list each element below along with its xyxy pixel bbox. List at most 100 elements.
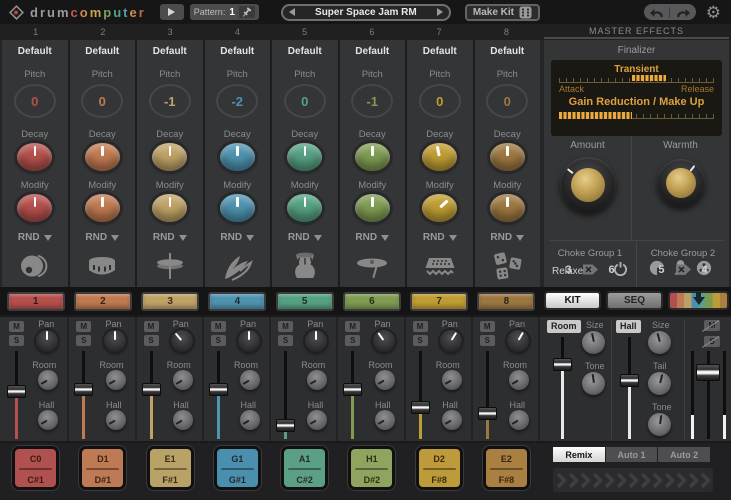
- choke-group-1-a[interactable]: 3: [565, 264, 571, 276]
- pan-knob[interactable]: [104, 330, 126, 352]
- modify-knob[interactable]: [220, 194, 255, 222]
- channel-preset-label[interactable]: Default: [490, 46, 524, 57]
- channel-preset-label[interactable]: Default: [153, 46, 187, 57]
- remix-tab[interactable]: Remix: [553, 447, 605, 462]
- decay-knob[interactable]: [152, 143, 187, 171]
- settings-gear-icon[interactable]: ⚙: [706, 4, 721, 21]
- pitch-knob[interactable]: -1: [149, 84, 191, 118]
- top-pad-6[interactable]: 6: [343, 292, 401, 311]
- volume-fader-handle[interactable]: [276, 419, 295, 432]
- top-pad-5[interactable]: 5: [276, 292, 334, 311]
- modify-knob[interactable]: [152, 194, 187, 222]
- volume-fader-handle[interactable]: [74, 383, 93, 396]
- room-send-knob[interactable]: [375, 370, 395, 390]
- prev-preset-icon[interactable]: [289, 8, 295, 16]
- room-size-knob[interactable]: [582, 331, 605, 354]
- pitch-knob[interactable]: -2: [216, 84, 258, 118]
- kit-download-button[interactable]: [668, 291, 729, 310]
- pan-knob[interactable]: [305, 330, 327, 352]
- volume-fader-handle[interactable]: [343, 383, 362, 396]
- seq-tab[interactable]: SEQ: [606, 291, 663, 310]
- volume-fader-handle[interactable]: [478, 407, 497, 420]
- mute-button[interactable]: M: [9, 321, 24, 332]
- bottom-pad-5[interactable]: A1 C#2: [281, 446, 328, 490]
- modify-knob[interactable]: [422, 194, 457, 222]
- decay-knob[interactable]: [287, 143, 322, 171]
- top-pad-3[interactable]: 3: [141, 292, 199, 311]
- bottom-pad-7[interactable]: D2 F#8: [416, 446, 463, 490]
- decay-knob[interactable]: [355, 143, 390, 171]
- rnd-dropdown[interactable]: RND: [423, 232, 457, 243]
- solo-button[interactable]: S: [345, 335, 360, 346]
- decay-knob[interactable]: [490, 143, 525, 171]
- decay-knob[interactable]: [220, 143, 255, 171]
- mute-button[interactable]: M: [144, 321, 159, 332]
- mute-button[interactable]: M: [413, 321, 428, 332]
- room-send-knob[interactable]: [307, 370, 327, 390]
- undo-button[interactable]: [644, 7, 671, 18]
- pitch-knob[interactable]: 0: [486, 84, 528, 118]
- room-tone-knob[interactable]: [582, 372, 605, 395]
- modify-knob[interactable]: [17, 194, 52, 222]
- bottom-pad-2[interactable]: D1 D#1: [79, 446, 126, 490]
- pitch-knob[interactable]: 0: [81, 84, 123, 118]
- hall-send-knob[interactable]: [375, 410, 395, 430]
- hall-send-knob[interactable]: [106, 410, 126, 430]
- solo-button[interactable]: S: [9, 335, 24, 346]
- make-kit-button[interactable]: Make Kit: [465, 4, 540, 21]
- room-send-knob[interactable]: [173, 370, 193, 390]
- pitch-knob[interactable]: 0: [14, 84, 56, 118]
- top-pad-7[interactable]: 7: [410, 292, 468, 311]
- solo-button[interactable]: S: [211, 335, 226, 346]
- bottom-pad-4[interactable]: G1 G#1: [214, 446, 261, 490]
- channel-preset-label[interactable]: Default: [85, 46, 119, 57]
- pattern-pin-button[interactable]: [239, 6, 255, 18]
- hall-size-knob[interactable]: [648, 331, 671, 354]
- choke-group-2-b[interactable]: 4: [702, 264, 708, 276]
- solo-button[interactable]: S: [480, 335, 495, 346]
- pitch-knob[interactable]: 0: [419, 84, 461, 118]
- choke-group-1-b[interactable]: 6: [609, 264, 615, 276]
- rnd-dropdown[interactable]: RND: [85, 232, 119, 243]
- kick-drum-icon[interactable]: [17, 250, 53, 287]
- master-solo-button[interactable]: S: [704, 336, 720, 347]
- choke-group-2-a[interactable]: 5: [658, 264, 664, 276]
- hall-send-knob[interactable]: [442, 410, 462, 430]
- rnd-dropdown[interactable]: RND: [355, 232, 389, 243]
- amount-knob[interactable]: [560, 157, 616, 213]
- remix-strip[interactable]: [553, 468, 713, 492]
- mute-button[interactable]: M: [345, 321, 360, 332]
- solo-button[interactable]: S: [144, 335, 159, 346]
- bottom-pad-3[interactable]: E1 F#1: [147, 446, 194, 490]
- channel-preset-label[interactable]: Default: [220, 46, 254, 57]
- pan-knob[interactable]: [507, 330, 529, 352]
- clap-icon[interactable]: [219, 250, 255, 287]
- room-send-knob[interactable]: [240, 370, 260, 390]
- mute-button[interactable]: M: [211, 321, 226, 332]
- bottom-pad-8[interactable]: E2 F#8: [483, 446, 530, 490]
- hall-send-knob[interactable]: [173, 410, 193, 430]
- solo-button[interactable]: S: [278, 335, 293, 346]
- hall-send-knob[interactable]: [240, 410, 260, 430]
- master-fader-handle[interactable]: [696, 364, 720, 381]
- room-send-knob[interactable]: [106, 370, 126, 390]
- volume-fader-handle[interactable]: [411, 401, 430, 414]
- bottom-pad-6[interactable]: H1 D#2: [348, 446, 395, 490]
- channel-preset-label[interactable]: Default: [288, 46, 322, 57]
- rnd-dropdown[interactable]: RND: [490, 232, 524, 243]
- machine-icon[interactable]: [422, 250, 458, 287]
- top-pad-1[interactable]: 1: [7, 292, 65, 311]
- warmth-knob[interactable]: [657, 159, 705, 207]
- redo-button[interactable]: [670, 7, 696, 18]
- modify-knob[interactable]: [287, 194, 322, 222]
- top-pad-8[interactable]: 8: [477, 292, 535, 311]
- volume-fader-handle[interactable]: [209, 383, 228, 396]
- decay-knob[interactable]: [422, 143, 457, 171]
- mute-button[interactable]: M: [278, 321, 293, 332]
- pan-knob[interactable]: [36, 330, 58, 352]
- room-fader-handle[interactable]: [553, 358, 572, 371]
- hall-send-knob[interactable]: [509, 410, 529, 430]
- room-send-knob[interactable]: [38, 370, 58, 390]
- auto1-tab[interactable]: Auto 1: [606, 447, 658, 462]
- channel-preset-label[interactable]: Default: [423, 46, 457, 57]
